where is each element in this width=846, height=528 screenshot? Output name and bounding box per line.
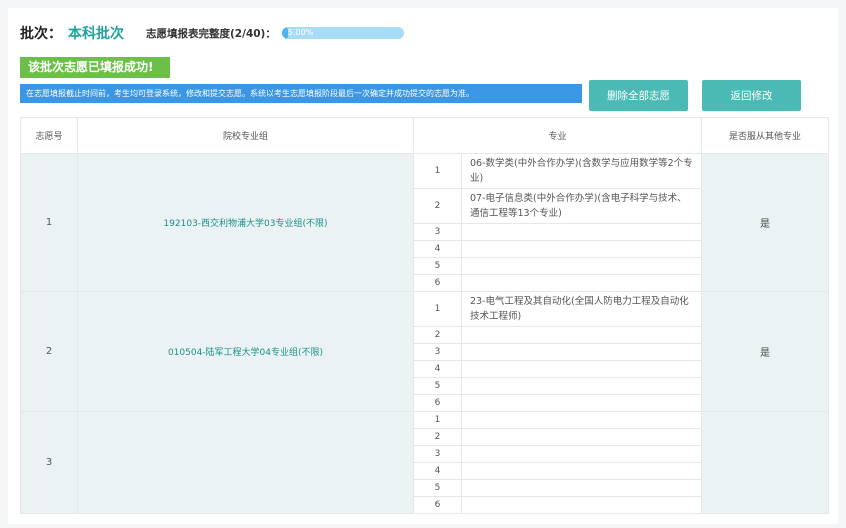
col-header-index: 志愿号	[20, 117, 78, 154]
progress-label: 志愿填报表完整度(2/40)：	[146, 27, 276, 40]
major-number: 6	[413, 394, 462, 412]
major-name	[460, 479, 703, 497]
table-row: 1 192103-西交利物浦大学03专业组(不限) 1 06-数学类(中外合作办学)(…	[20, 153, 830, 292]
major-name	[460, 462, 703, 480]
progress-bar: 5.00%	[281, 27, 404, 39]
major-name	[460, 326, 703, 344]
major-number: 1	[413, 153, 462, 189]
major-number: 4	[413, 462, 462, 480]
major-name	[460, 223, 703, 241]
major-name	[460, 257, 703, 275]
group-obey: 是	[701, 153, 830, 292]
major-name	[460, 411, 703, 429]
major-name	[460, 428, 703, 446]
major-number: 6	[413, 496, 462, 514]
delete-all-button[interactable]: 删除全部志愿	[589, 80, 688, 111]
major-name	[460, 496, 703, 514]
back-edit-button[interactable]: 返回修改	[702, 80, 801, 111]
header-bar: 批次： 本科批次 志愿填报表完整度(2/40)： 5.00%	[20, 22, 404, 44]
major-number: 5	[413, 479, 462, 497]
major-number: 4	[413, 360, 462, 378]
major-number: 2	[413, 326, 462, 344]
major-name	[460, 377, 703, 395]
table-header-row: 志愿号 院校专业组 专业 是否服从其他专业	[20, 117, 830, 154]
major-number: 5	[413, 257, 462, 275]
major-number: 2	[413, 428, 462, 446]
success-banner: 该批次志愿已填报成功!	[20, 57, 170, 78]
col-header-major: 专业	[412, 117, 703, 154]
major-name	[460, 394, 703, 412]
major-number: 3	[413, 223, 462, 241]
major-number: 3	[413, 445, 462, 463]
group-index: 3	[20, 411, 78, 514]
major-number: 1	[413, 411, 462, 429]
col-header-school: 院校专业组	[77, 117, 414, 154]
preferences-table: 志愿号 院校专业组 专业 是否服从其他专业 1 192103-西交利物浦大学03专…	[20, 117, 830, 514]
major-number: 6	[413, 274, 462, 292]
major-name	[460, 445, 703, 463]
major-number: 4	[413, 240, 462, 258]
major-number: 3	[413, 343, 462, 361]
col-header-obey: 是否服从其他专业	[701, 117, 830, 154]
major-number: 5	[413, 377, 462, 395]
progress-text: 5.00%	[287, 28, 314, 37]
major-name	[460, 343, 703, 361]
group-school: 010504-陆军工程大学04专业组(不限)	[77, 291, 414, 412]
major-number: 1	[413, 291, 462, 327]
major-name: 07-电子信息类(中外合作办学)(含电子科学与技术、通信工程等13个专业)	[460, 188, 703, 224]
group-school: 192103-西交利物浦大学03专业组(不限)	[77, 153, 414, 292]
batch-value: 本科批次	[68, 26, 124, 42]
major-name	[460, 240, 703, 258]
major-name	[460, 360, 703, 378]
group-obey: 是	[701, 291, 830, 412]
major-name: 06-数学类(中外合作办学)(含数学与应用数学等2个专 业)	[460, 153, 703, 189]
major-name	[460, 274, 703, 292]
group-school	[77, 411, 414, 514]
notice-banner: 在志愿填报截止时间前，考生均可登录系统，修改和提交志愿。系统以考生志愿填报阶段最…	[20, 84, 582, 103]
group-obey	[701, 411, 830, 514]
batch-label: 批次：	[20, 26, 62, 42]
table-row: 2 010504-陆军工程大学04专业组(不限) 1 23-电气工程及其自动化(全国人…	[20, 291, 830, 412]
group-index: 1	[20, 153, 78, 292]
group-index: 2	[20, 291, 78, 412]
major-name: 23-电气工程及其自动化(全国人防电力工程及自动化技术工程师)	[460, 291, 703, 327]
table-row: 31	[20, 411, 830, 514]
major-number: 2	[413, 188, 462, 224]
